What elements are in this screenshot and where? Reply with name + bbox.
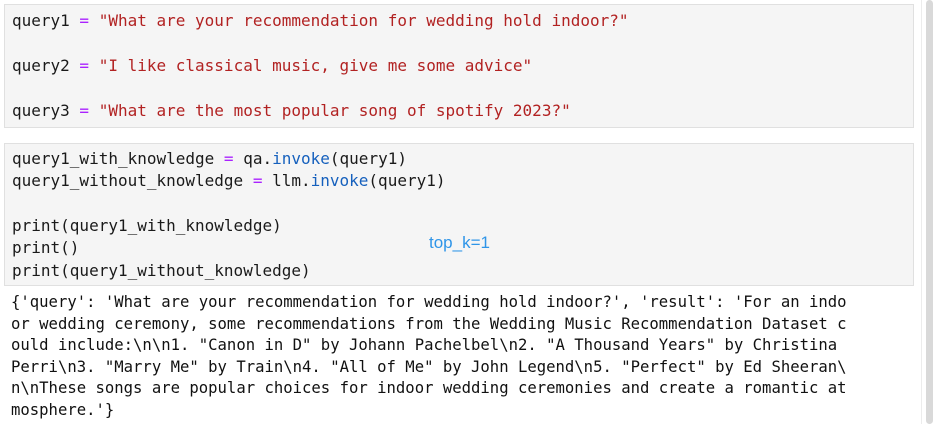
top-k-annotation: top_k=1 [429,233,490,252]
code-line-query2: query2 = "I like classical music, give m… [12,55,532,77]
object-name: llm. [272,171,311,190]
assign-operator: = [243,171,273,190]
scrollbar-thumb[interactable] [926,0,933,424]
assign-operator: = [69,11,99,30]
code-line-print-without: print(query1_without_knowledge) [12,261,311,280]
vertical-scrollbar[interactable] [921,0,936,424]
code-cell-queries[interactable]: query1 = "What are your recommendation f… [4,4,914,128]
string-literal: "I like classical music, give me some ad… [98,56,533,75]
string-literal: "What are the most popular song of spoti… [98,101,571,120]
variable-name: query1 [12,11,70,30]
assign-operator: = [69,101,99,120]
output-line: or wedding ceremony, some recommendation… [11,314,847,333]
assign-operator: = [69,56,99,75]
code-line-query3: query3 = "What are the most popular song… [12,100,571,122]
code-line-with-knowledge: query1_with_knowledge = qa.invoke(query1… [12,148,407,170]
output-line: mosphere.'} [11,400,115,419]
method-name: invoke [310,171,369,190]
code-line-query1: query1 = "What are your recommendation f… [12,10,629,32]
string-literal: "What are your recommendation for weddin… [98,11,629,30]
cell-output: {'query': 'What are your recommendation … [11,292,911,422]
call-args: (query1) [329,149,407,168]
call-args: (query1) [368,171,446,190]
method-name: invoke [272,149,330,168]
code-cell-invoke[interactable]: query1_with_knowledge = qa.invoke(query1… [4,143,914,286]
output-line: n\nThese songs are popular choices for i… [11,379,847,398]
assign-operator: = [214,149,244,168]
object-name: qa. [243,149,273,168]
variable-name: query1_with_knowledge [12,149,215,168]
variable-name: query1_without_knowledge [12,171,244,190]
code-line-without-knowledge: query1_without_knowledge = llm.invoke(qu… [12,170,445,192]
output-line: Perri\n3. "Marry Me" by Train\n4. "All o… [11,357,847,376]
output-line: {'query': 'What are your recommendation … [11,293,847,311]
variable-name: query3 [12,101,70,120]
code-line-print-empty: print() [12,238,80,257]
output-line: ould include:\n\n1. "Canon in D" by Joha… [11,336,838,355]
variable-name: query2 [12,56,70,75]
code-line-print-with: print(query1_with_knowledge) [12,216,282,235]
